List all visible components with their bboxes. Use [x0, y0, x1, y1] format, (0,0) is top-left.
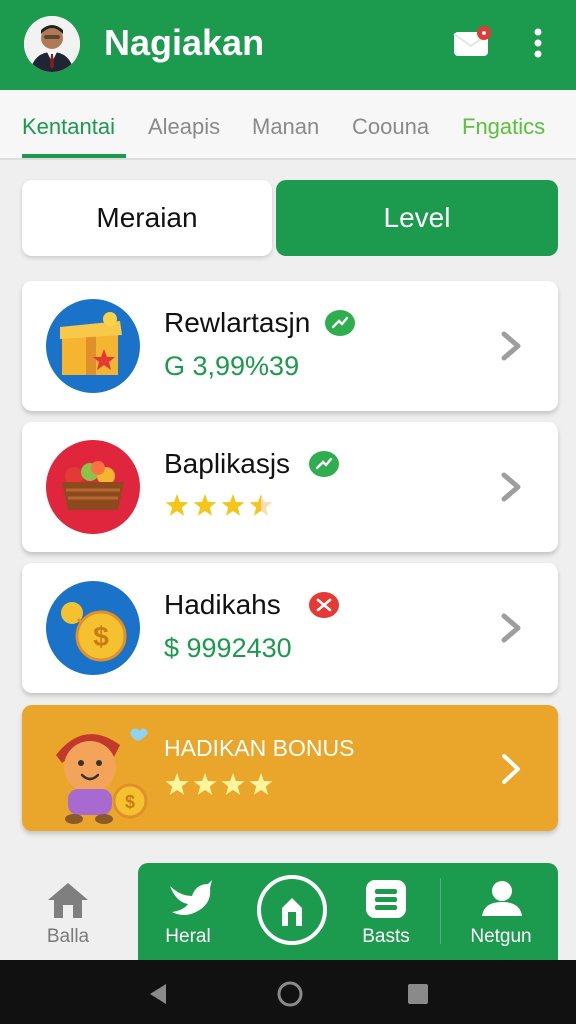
- list-item-rewlartasjn[interactable]: Rewlartasjn G 3,99%39: [22, 281, 558, 411]
- star-icon: [165, 494, 189, 516]
- card-title: Hadikahs: [164, 589, 281, 620]
- recents-icon[interactable]: [406, 982, 430, 1006]
- home-circle-icon[interactable]: [276, 980, 304, 1008]
- trend-down-badge-icon: [308, 591, 340, 619]
- card-value: $ 9992430: [164, 633, 292, 663]
- chevron-right-icon[interactable]: [498, 329, 526, 363]
- star-icon: [165, 773, 189, 795]
- tab-coouna[interactable]: Coouna: [352, 114, 429, 140]
- more-options-icon[interactable]: [526, 24, 550, 64]
- card-value: G 3,99%39: [164, 351, 300, 381]
- segment-level[interactable]: Level: [276, 180, 558, 256]
- star-icon: [193, 494, 217, 516]
- chevron-right-icon[interactable]: [498, 611, 526, 645]
- app-bar: Nagiakan: [0, 0, 576, 90]
- star-icon: [221, 494, 245, 516]
- list-item-hadikahs[interactable]: $ Hadikahs $ 9992430: [22, 563, 558, 693]
- bonus-title: HADIKAN BONUS: [164, 735, 355, 761]
- tab-fngatics[interactable]: Fngatics: [462, 114, 545, 140]
- nav-item-heral[interactable]: Heral: [140, 860, 236, 960]
- user-icon: [482, 881, 522, 916]
- trend-up-badge-icon: [308, 450, 340, 478]
- star-icon: [221, 773, 245, 795]
- back-icon[interactable]: [146, 982, 170, 1006]
- tab-manan[interactable]: Manan: [252, 114, 319, 140]
- bonus-rating-stars: [164, 771, 276, 799]
- dollar-coin-icon: $: [38, 573, 148, 683]
- list-item-baplikasjs[interactable]: Baplikasjs: [22, 422, 558, 552]
- tab-bar: Kentantai Aleapis Manan Coouna Fngatics: [0, 90, 576, 160]
- fruit-basket-icon: [38, 432, 148, 542]
- avatar[interactable]: [24, 16, 80, 72]
- mail-icon[interactable]: [452, 26, 492, 58]
- tab-kentantai[interactable]: Kentantai: [22, 114, 115, 140]
- nav-label: Netgun: [470, 926, 532, 947]
- trend-up-badge-icon: [324, 309, 356, 337]
- bottom-navigation: Balla Heral Basts Netgun: [0, 860, 576, 960]
- rating-stars: [164, 492, 284, 520]
- svg-text:$: $: [93, 621, 109, 652]
- segment-meraian-label: Meraian: [96, 202, 198, 233]
- chevron-right-icon[interactable]: [498, 751, 526, 787]
- card-title: Rewlartasjn: [164, 307, 311, 338]
- home-icon: [48, 883, 88, 918]
- nav-item-balla[interactable]: Balla: [18, 860, 118, 960]
- nav-center-button[interactable]: [250, 860, 334, 960]
- nav-item-basts[interactable]: Basts: [340, 860, 432, 960]
- star-icon: [249, 494, 273, 516]
- chevron-right-icon[interactable]: [498, 470, 526, 504]
- nav-item-netgun[interactable]: Netgun: [450, 860, 552, 960]
- star-icon: [249, 773, 273, 795]
- gift-box-icon: [38, 291, 148, 401]
- center-action-icon: [257, 875, 327, 945]
- star-icon: [193, 773, 217, 795]
- app-title: Nagiakan: [104, 22, 265, 63]
- bird-icon: [170, 880, 212, 915]
- system-navigation-bar: [0, 960, 576, 1024]
- svg-text:$: $: [125, 792, 135, 812]
- nav-label: Heral: [165, 926, 211, 947]
- segment-level-label: Level: [383, 202, 451, 233]
- nav-label: Balla: [46, 926, 90, 947]
- bonus-card[interactable]: $ HADIKAN BONUS: [22, 705, 558, 831]
- nav-label: Basts: [362, 926, 410, 947]
- tab-aleapis[interactable]: Aleapis: [148, 114, 220, 140]
- nav-divider: [440, 878, 441, 944]
- mascot-icon: $: [44, 715, 174, 827]
- segment-meraian[interactable]: Meraian: [22, 180, 272, 256]
- list-icon: [366, 880, 406, 918]
- card-title: Baplikasjs: [164, 448, 291, 479]
- active-tab-indicator: [22, 154, 126, 158]
